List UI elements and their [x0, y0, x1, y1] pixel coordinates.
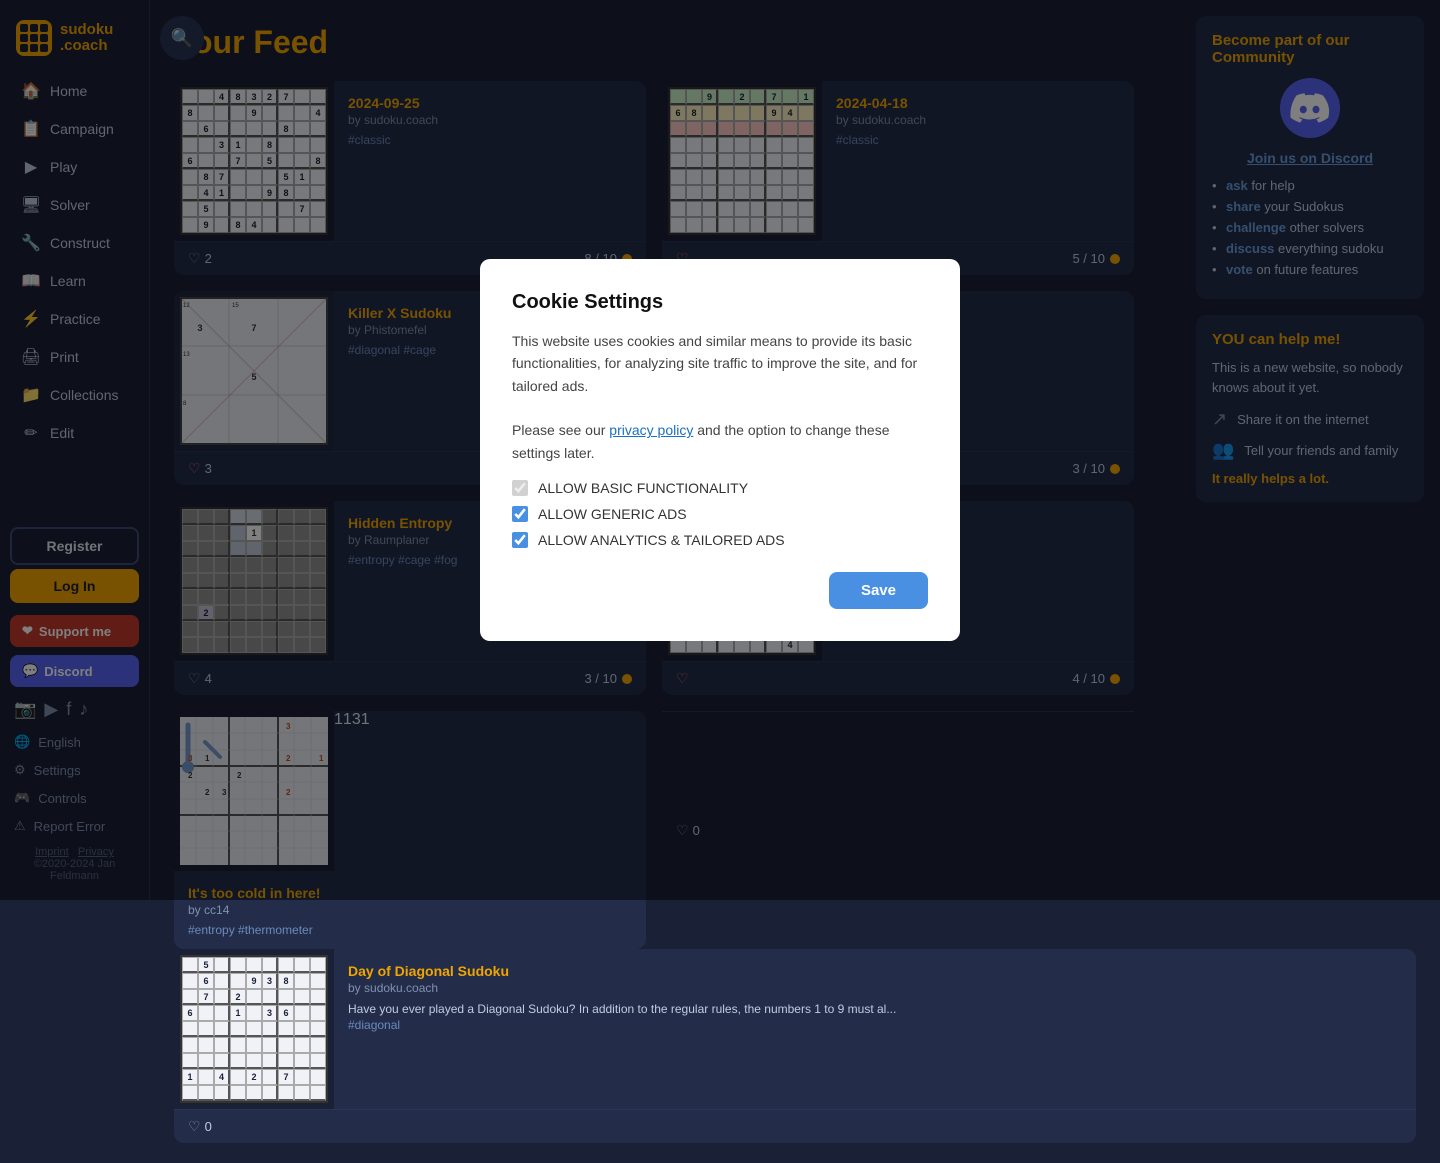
cookie-modal-body: This website uses cookies and similar me…	[512, 330, 928, 464]
card-author: by cc14	[188, 903, 632, 917]
card-likes: ♡ 0	[188, 1118, 212, 1135]
card-footer: ♡ 0	[174, 1109, 1416, 1143]
cookie-basic-checkbox[interactable]	[512, 480, 528, 496]
like-button[interactable]: ♡	[188, 1118, 201, 1135]
cookie-analytics-checkbox[interactable]	[512, 532, 528, 548]
card-author: by sudoku.coach	[348, 981, 1402, 995]
cookie-generic-checkbox[interactable]	[512, 506, 528, 522]
card-thumbnail[interactable]: 5 6938 72 6136 1427	[174, 949, 334, 1109]
card-info: Day of Diagonal Sudoku by sudoku.coach H…	[334, 949, 1416, 1109]
cookie-option-basic[interactable]: ALLOW BASIC FUNCTIONALITY	[512, 480, 928, 496]
cookie-modal-title: Cookie Settings	[512, 291, 928, 314]
cookie-modal: Cookie Settings This website uses cookie…	[480, 259, 960, 641]
cookie-option-generic[interactable]: ALLOW GENERIC ADS	[512, 506, 928, 522]
card-tags: #entropy #thermometer	[188, 923, 632, 937]
feed-card: 5 6938 72 6136 1427 Day of Diagonal Sudo…	[174, 949, 1416, 1143]
cookie-options: ALLOW BASIC FUNCTIONALITY ALLOW GENERIC …	[512, 480, 928, 548]
cookie-modal-overlay: Cookie Settings This website uses cookie…	[0, 0, 1440, 900]
privacy-policy-link[interactable]: privacy policy	[609, 422, 693, 438]
cookie-option-analytics[interactable]: ALLOW ANALYTICS & TAILORED ADS	[512, 532, 928, 548]
card-desc: Have you ever played a Diagonal Sudoku? …	[348, 1001, 1402, 1018]
card-title: Day of Diagonal Sudoku	[348, 963, 1402, 979]
cookie-save-button[interactable]: Save	[829, 572, 928, 609]
card-tags: #diagonal	[348, 1018, 1402, 1032]
